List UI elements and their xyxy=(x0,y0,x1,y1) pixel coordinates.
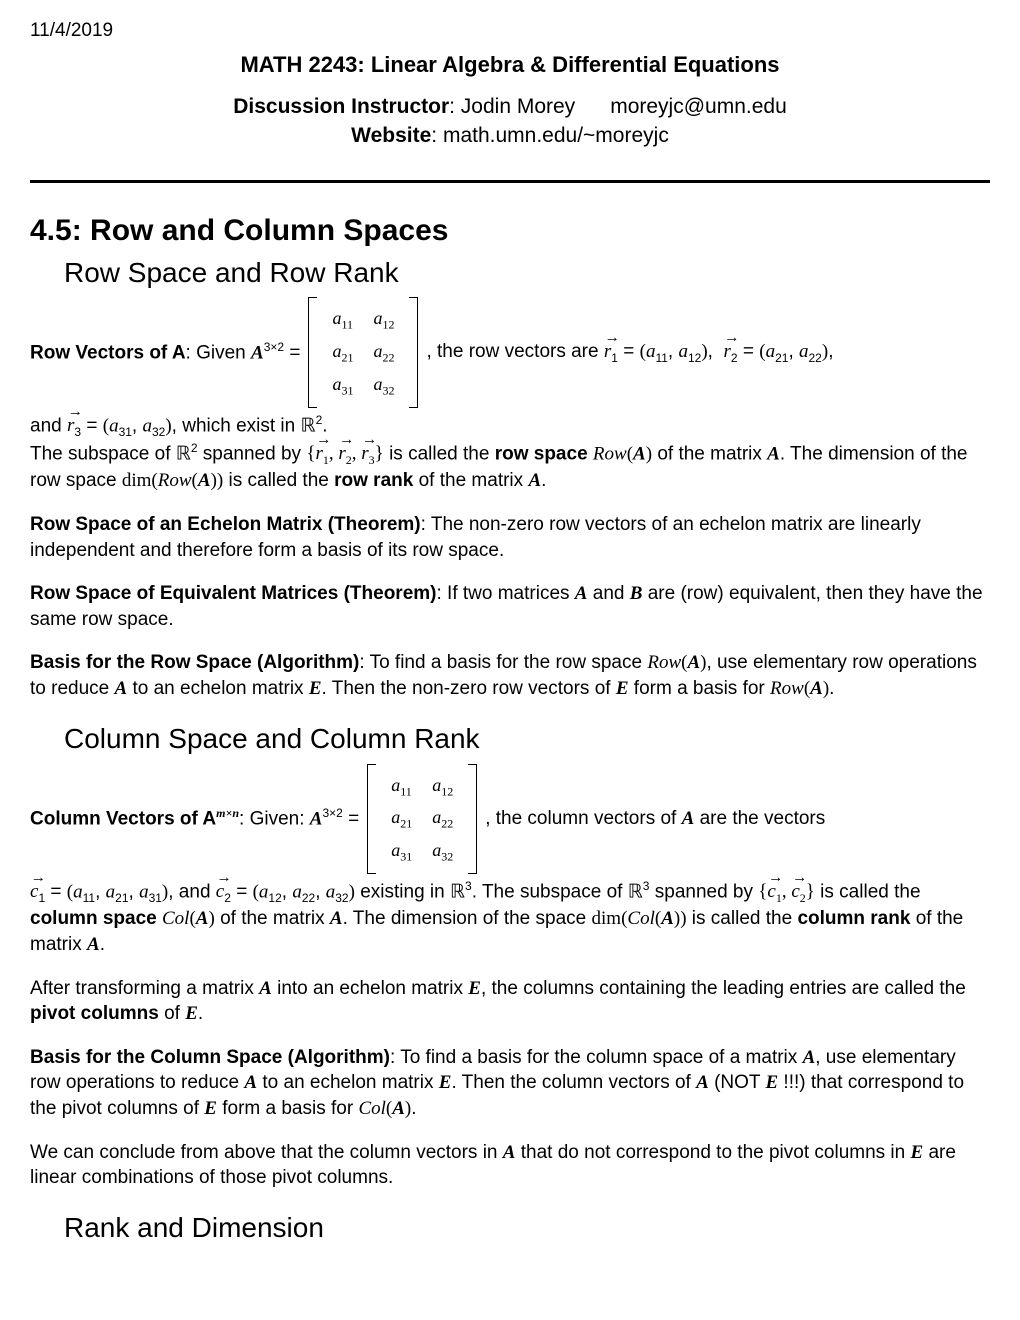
conclusion-paragraph: We can conclude from above that the colu… xyxy=(30,1140,990,1191)
subsection-column-space: Column Space and Column Rank xyxy=(64,720,990,758)
row-vectors-continued: and r3 = (a31, a32), which exist in ℝ2. … xyxy=(30,412,990,494)
echelon-theorem: Row Space of an Echelon Matrix (Theorem)… xyxy=(30,512,990,563)
subsection-row-space: Row Space and Row Rank xyxy=(64,254,990,292)
column-vectors-continued: c1 = (a11, a21, a31), and c2 = (a12, a22… xyxy=(30,878,990,958)
matrix-a-col: a11a12 a21a22 a31a32 xyxy=(367,764,477,874)
website-label: Website xyxy=(351,124,431,147)
matrix-a: a11a12 a21a22 a31a32 xyxy=(308,297,418,407)
equivalent-theorem: Row Space of Equivalent Matrices (Theore… xyxy=(30,581,990,632)
row-vectors-definition: Row Vectors of A: Given A3×2 = a11a12 a2… xyxy=(30,297,990,407)
divider xyxy=(30,180,990,183)
instructor-email: moreyjc@umn.edu xyxy=(610,95,787,118)
course-title: MATH 2243: Linear Algebra & Differential… xyxy=(30,50,990,80)
subsection-rank-dimension: Rank and Dimension xyxy=(64,1209,990,1247)
row-basis-algorithm: Basis for the Row Space (Algorithm): To … xyxy=(30,650,990,701)
instructor-block: Discussion Instructor: Jodin Morey morey… xyxy=(30,93,990,150)
column-basis-algorithm: Basis for the Column Space (Algorithm): … xyxy=(30,1045,990,1122)
pivot-columns-definition: After transforming a matrix A into an ec… xyxy=(30,976,990,1027)
section-heading: 4.5: Row and Column Spaces xyxy=(30,211,990,252)
instructor-label: Discussion Instructor xyxy=(233,95,449,118)
page-date: 11/4/2019 xyxy=(30,18,990,44)
column-vectors-definition: Column Vectors of Am×n: Given: A3×2 = a1… xyxy=(30,764,990,874)
instructor-name: Jodin Morey xyxy=(461,95,575,118)
website-url: math.umn.edu/~moreyjc xyxy=(443,124,669,147)
